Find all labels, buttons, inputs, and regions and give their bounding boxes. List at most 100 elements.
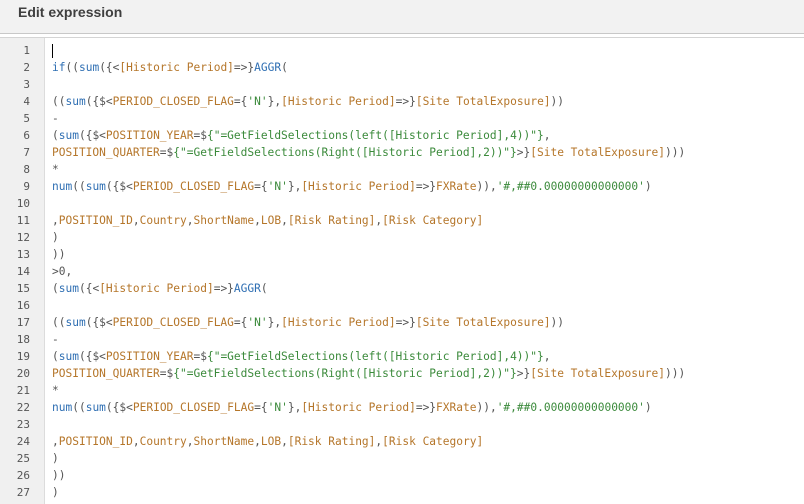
code-line[interactable]: 6 (sum({$<POSITION_YEAR=${"=GetFieldSelec… xyxy=(0,127,804,144)
code-token: }, xyxy=(267,316,282,329)
code-line[interactable]: 12) xyxy=(0,229,804,246)
code-token: AGGR xyxy=(233,282,261,295)
code-token: ={ xyxy=(233,316,248,329)
code-line[interactable]: 17 ((sum({$<PERIOD_CLOSED_FLAG={'N'},[His… xyxy=(0,314,804,331)
code-token: LOB xyxy=(260,435,282,448)
line-number: 27 xyxy=(16,486,30,499)
code-token: num xyxy=(52,401,73,414)
code-token: - xyxy=(52,333,59,346)
code-token: ({$< xyxy=(105,401,133,414)
line-number: 20 xyxy=(16,367,30,380)
code-token: sum xyxy=(85,401,106,414)
code-token: FXRate xyxy=(436,401,477,414)
code-token: (( xyxy=(72,401,86,414)
code-line[interactable]: 7 POSITION_QUARTER=${"=GetFieldSelections… xyxy=(0,144,804,161)
code-line[interactable]: 20 POSITION_QUARTER=${"=GetFieldSelection… xyxy=(0,365,804,382)
line-number: 12 xyxy=(16,231,30,244)
code-token: sum xyxy=(85,180,106,193)
code-token: )) xyxy=(52,469,66,482)
code-line[interactable]: 13)) xyxy=(0,246,804,263)
code-text: * xyxy=(52,161,59,178)
code-token: [Risk Rating] xyxy=(287,214,376,227)
code-token: [Risk Category] xyxy=(382,435,484,448)
line-number: 25 xyxy=(16,452,30,465)
code-line[interactable]: 23 xyxy=(0,416,804,433)
code-token: ({$< xyxy=(78,129,106,142)
code-token: {"=GetFieldSelections(Right([Historic Pe… xyxy=(173,146,517,159)
code-token: ({< xyxy=(78,282,100,295)
code-line[interactable]: 22 num((sum({$<PERIOD_CLOSED_FLAG={'N'},[… xyxy=(0,399,804,416)
line-number: 15 xyxy=(16,282,30,295)
code-token: ) xyxy=(644,401,652,414)
code-token: ={ xyxy=(254,180,268,193)
code-token: , xyxy=(281,214,288,227)
code-token: [Site TotalExposure] xyxy=(415,316,551,329)
code-token: ) xyxy=(52,231,59,244)
line-number: 21 xyxy=(16,384,30,397)
code-token: ShortName xyxy=(193,435,255,448)
line-number: 10 xyxy=(16,197,30,210)
code-token: (( xyxy=(65,61,79,74)
line-number: 9 xyxy=(23,180,30,193)
code-token: AGGR xyxy=(254,61,282,74)
code-token: {"=GetFieldSelections(left([Historic Per… xyxy=(206,350,544,363)
code-line[interactable]: 15 (sum({<[Historic Period]=>}AGGR( xyxy=(0,280,804,297)
editor-top-border xyxy=(0,37,804,38)
code-line[interactable]: 3 xyxy=(0,76,804,93)
code-line[interactable]: 16 xyxy=(0,297,804,314)
code-token: [Risk Rating] xyxy=(287,435,376,448)
line-number: 13 xyxy=(16,248,30,261)
code-line[interactable]: 5- xyxy=(0,110,804,127)
code-token: )), xyxy=(476,180,497,193)
code-line[interactable]: 25) xyxy=(0,450,804,467)
line-number: 5 xyxy=(23,112,30,125)
code-text: (sum({$<POSITION_YEAR=${"=GetFieldSelect… xyxy=(52,348,551,365)
code-line[interactable]: 18 - xyxy=(0,331,804,348)
code-line[interactable]: 26)) xyxy=(0,467,804,484)
code-token: ={ xyxy=(254,401,268,414)
code-lines[interactable]: 1 2 if((sum({<[Historic Period]=>}AGGR(3 4(… xyxy=(0,42,804,501)
code-token: [Historic Period] xyxy=(99,282,214,295)
expression-editor[interactable]: 1 2 if((sum({<[Historic Period]=>}AGGR(3 4(… xyxy=(0,37,804,504)
code-line[interactable]: 11 ,POSITION_ID,Country,ShortName,LOB,[Ri… xyxy=(0,212,804,229)
code-token: }, xyxy=(287,401,302,414)
code-text: - xyxy=(52,331,59,348)
code-line[interactable]: 9 num((sum({$<PERIOD_CLOSED_FLAG={'N'},[H… xyxy=(0,178,804,195)
code-line[interactable]: 19 (sum({$<POSITION_YEAR=${"=GetFieldSele… xyxy=(0,348,804,365)
code-token: ) xyxy=(644,180,652,193)
code-token: 'N' xyxy=(247,95,268,108)
code-token: =>} xyxy=(415,180,437,193)
code-text: )) xyxy=(52,246,65,263)
code-line[interactable]: 21 * xyxy=(0,382,804,399)
code-token: >} xyxy=(516,146,531,159)
code-token: =$ xyxy=(193,129,207,142)
code-line[interactable]: 24 ,POSITION_ID,Country,ShortName,LOB,[Ri… xyxy=(0,433,804,450)
code-token: PERIOD_CLOSED_FLAG xyxy=(112,95,234,108)
dialog-title: Edit expression xyxy=(18,4,123,20)
code-token: sum xyxy=(58,350,79,363)
code-line[interactable]: 2 if((sum({<[Historic Period]=>}AGGR( xyxy=(0,59,804,76)
code-line[interactable]: 8 * xyxy=(0,161,804,178)
code-line[interactable]: 27) xyxy=(0,484,804,501)
line-number: 1 xyxy=(23,44,30,57)
code-token: 'N' xyxy=(267,401,288,414)
code-token: , xyxy=(281,435,288,448)
code-token: }, xyxy=(287,180,302,193)
code-token: ({$< xyxy=(85,95,113,108)
code-token: ))) xyxy=(664,367,686,380)
line-number: 17 xyxy=(16,316,30,329)
code-token: POSITION_ID xyxy=(58,214,133,227)
code-token: num xyxy=(52,180,73,193)
code-line[interactable]: 4 ((sum({$<PERIOD_CLOSED_FLAG={'N'},[Hist… xyxy=(0,93,804,110)
code-token: * xyxy=(52,163,59,176)
code-line[interactable]: 14 >0, xyxy=(0,263,804,280)
code-line[interactable]: 1 xyxy=(0,42,804,59)
code-text: )) xyxy=(52,467,65,484)
code-token: POSITION_YEAR xyxy=(105,129,194,142)
code-token: PERIOD_CLOSED_FLAG xyxy=(132,401,255,414)
dialog-header: Edit expression xyxy=(0,0,804,34)
code-line[interactable]: 10 xyxy=(0,195,804,212)
code-token: POSITION_QUARTER xyxy=(52,367,160,380)
code-token: sum xyxy=(78,61,100,74)
code-text: ) xyxy=(52,484,59,501)
